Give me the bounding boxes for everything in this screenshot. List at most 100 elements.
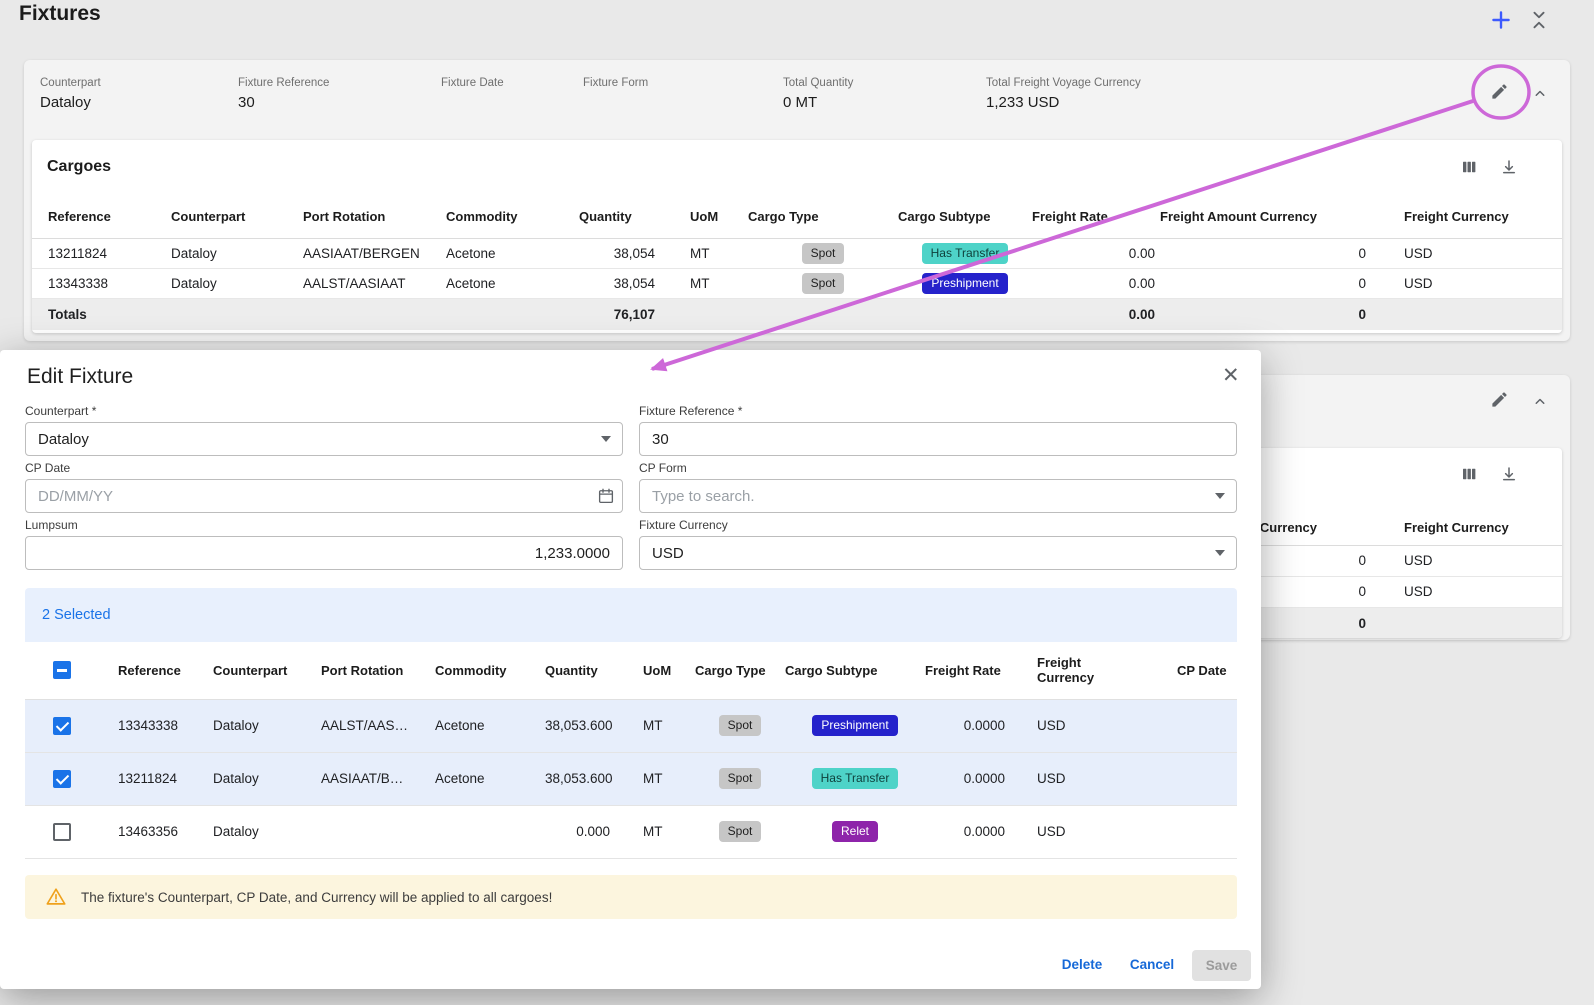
cargoes-table: Reference Counterpart Port Rotation Comm… [32,196,1562,330]
row-checkbox[interactable] [53,770,71,788]
col-cargo-type: Cargo Type [748,196,898,238]
cargoes-title: Cargoes [47,158,111,176]
summary-field-fixture-reference: Fixture Reference 30 [238,77,329,112]
warning-icon [45,886,67,908]
cargo-type-badge: Spot [719,715,762,736]
pencil-icon [1490,82,1509,101]
col-uom: UoM [615,642,695,699]
chevron-up-icon [1531,392,1549,410]
col-cargo-subtype: Cargo Subtype [785,642,925,699]
warning-banner: The fixture's Counterpart, CP Date, and … [25,875,1237,919]
select-all-checkbox[interactable] [53,661,71,679]
modal-cargo-row[interactable]: 13211824 Dataloy AASIAAT/B… Acetone 38,0… [25,752,1237,805]
delete-button[interactable]: Delete [1052,957,1112,972]
fixture-card: Counterpart Dataloy Fixture Reference 30… [24,60,1570,341]
fixture-currency-select[interactable] [639,536,1237,570]
cancel-button[interactable]: Cancel [1122,957,1182,972]
chevron-down-icon [1215,550,1225,556]
cp-date-input[interactable] [25,479,623,513]
warning-text: The fixture's Counterpart, CP Date, and … [81,890,552,905]
collapse-card-icon[interactable] [1531,392,1549,410]
counterpart-field: Counterpart * [25,404,623,456]
cp-date-label: CP Date [25,461,623,475]
fixture-reference-input[interactable] [639,422,1237,456]
pencil-icon [1490,390,1509,409]
col-cp-date: CP Date [1130,642,1237,699]
col-port-rotation: Port Rotation [321,642,435,699]
col-uom: UoM [660,196,748,238]
lumpsum-field: Lumpsum [25,518,623,570]
col-reference: Reference [118,642,213,699]
edit-fixture-modal: Edit Fixture ✕ Counterpart * Fixture Ref… [0,350,1261,989]
selection-count: 2 Selected [42,607,111,623]
fixture-reference-label: Fixture Reference * [639,404,1237,418]
cargo-subtype-badge: Preshipment [922,273,1007,294]
cargo-subtype-badge: Has Transfer [922,243,1009,264]
col-counterpart: Counterpart [171,196,303,238]
cargo-type-badge: Spot [719,821,762,842]
cp-date-field: CP Date [25,461,623,513]
col-freight-rate: Freight Rate [1032,196,1160,238]
close-icon[interactable]: ✕ [1222,363,1240,388]
edit-fixture-button[interactable] [1490,390,1509,409]
summary-field-fixture-form: Fixture Form [583,77,648,112]
collapse-all-icon[interactable] [1528,9,1550,31]
summary-field-fixture-date: Fixture Date [441,77,504,112]
cp-form-field: CP Form [639,461,1237,513]
col-freight-currency: Freight Currency [1371,196,1562,238]
lumpsum-input[interactable] [25,536,623,570]
chevron-down-icon [601,436,611,442]
calendar-icon[interactable] [597,487,615,505]
chevron-up-icon [1531,84,1549,102]
columns-icon[interactable] [1460,158,1478,176]
modal-header-row: Reference Counterpart Port Rotation Comm… [25,642,1237,699]
lumpsum-label: Lumpsum [25,518,623,532]
cp-form-label: CP Form [639,461,1237,475]
col-counterpart: Counterpart [213,642,321,699]
cargoes-header-row: Reference Counterpart Port Rotation Comm… [32,196,1562,238]
cargo-row[interactable]: 13343338 Dataloy AALST/AASIAAT Acetone 3… [32,268,1562,298]
selection-bar: 2 Selected [25,588,1237,642]
plus-icon [1488,7,1514,33]
summary-field-total-freight-voyage-currency: Total Freight Voyage Currency 1,233 USD [986,77,1141,112]
cargo-row[interactable]: 13211824 Dataloy AASIAAT/BERGEN Acetone … [32,238,1562,268]
page-title: Fixtures [19,2,101,26]
cargo-type-badge: Spot [802,243,845,264]
col-quantity: Quantity [579,196,660,238]
col-commodity: Commodity [446,196,579,238]
edit-fixture-button[interactable] [1490,82,1509,101]
save-button[interactable]: Save [1192,950,1251,981]
download-icon[interactable] [1500,158,1518,176]
col-quantity: Quantity [545,642,615,699]
col-reference: Reference [32,196,171,238]
cp-form-search-input[interactable] [639,479,1237,513]
col-commodity: Commodity [435,642,545,699]
summary-field-total-quantity: Total Quantity 0 MT [783,77,853,112]
cargo-type-badge: Spot [719,768,762,789]
totals-row: Totals 76,107 0.00 0 [32,298,1562,330]
col-freight-currency: Freight Currency [1010,642,1130,699]
col-port-rotation: Port Rotation [303,196,446,238]
cargoes-card: Cargoes Reference Counterpart Port Rotat… [32,140,1562,333]
cargo-subtype-badge: Has Transfer [812,768,899,789]
summary-field-counterpart: Counterpart Dataloy [40,77,101,112]
cargo-type-badge: Spot [802,273,845,294]
add-fixture-button[interactable] [1488,7,1514,33]
fixture-reference-field: Fixture Reference * [639,404,1237,456]
chevron-down-icon [1215,493,1225,499]
col-freight-rate: Freight Rate [925,642,1010,699]
row-checkbox[interactable] [53,823,71,841]
columns-icon[interactable] [1460,465,1478,483]
collapse-card-icon[interactable] [1531,84,1549,102]
row-checkbox[interactable] [53,717,71,735]
col-freight-amount-currency: Freight Amount Currency [1160,196,1371,238]
fixture-currency-field: Fixture Currency [639,518,1237,570]
modal-cargo-row[interactable]: 13343338 Dataloy AALST/AAS… Acetone 38,0… [25,699,1237,752]
modal-cargo-row[interactable]: 13463356 Dataloy 0.000 MT Spot Relet 0.0… [25,805,1237,858]
counterpart-select[interactable] [25,422,623,456]
col-cargo-subtype: Cargo Subtype [898,196,1032,238]
fixture-currency-label: Fixture Currency [639,518,1237,532]
col-cargo-type: Cargo Type [695,642,785,699]
modal-cargoes-table: Reference Counterpart Port Rotation Comm… [25,642,1237,859]
download-icon[interactable] [1500,465,1518,483]
